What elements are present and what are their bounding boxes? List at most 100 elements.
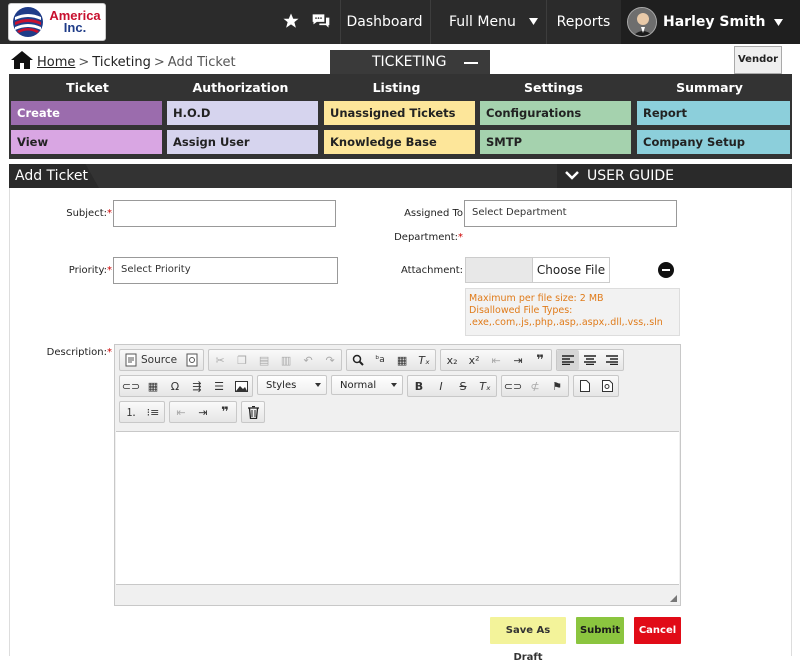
redo-icon[interactable]: ↷ bbox=[319, 350, 341, 370]
priority-label: Priority:* bbox=[40, 265, 112, 276]
select-all-icon[interactable]: ▦ bbox=[391, 350, 413, 370]
menu-unassigned-tickets[interactable]: Unassigned Tickets bbox=[324, 101, 475, 125]
replace-icon[interactable]: ᵇa bbox=[369, 350, 391, 370]
blockquote-icon[interactable]: ❞ bbox=[529, 350, 551, 370]
choose-file-button[interactable]: Choose File bbox=[532, 257, 610, 283]
anchor-flag-icon[interactable]: ⚑ bbox=[546, 376, 568, 396]
breadcrumb: Home > Ticketing > Add Ticket bbox=[10, 50, 236, 70]
special-char-icon[interactable]: Ω bbox=[164, 376, 186, 396]
outdent-icon[interactable]: ⇤ bbox=[485, 350, 507, 370]
paste-text-icon[interactable]: ▥ bbox=[275, 350, 297, 370]
menu-configurations[interactable]: Configurations bbox=[480, 101, 631, 125]
paste-icon[interactable]: ▤ bbox=[253, 350, 275, 370]
user-guide-toggle[interactable]: USER GUIDE bbox=[557, 164, 792, 188]
description-label-text: Description: bbox=[46, 347, 107, 358]
new-page-icon[interactable] bbox=[574, 376, 596, 396]
indent-icon[interactable]: ⇥ bbox=[507, 350, 529, 370]
collapse-icon[interactable] bbox=[464, 62, 478, 64]
priority-select[interactable]: Select Priority bbox=[113, 257, 338, 284]
subscript-icon[interactable]: x₂ bbox=[441, 350, 463, 370]
menu-assign-user[interactable]: Assign User bbox=[167, 130, 318, 154]
company-logo[interactable]: America Inc. bbox=[8, 3, 106, 41]
home-icon[interactable] bbox=[10, 50, 34, 70]
nav-dashboard[interactable]: Dashboard bbox=[340, 0, 428, 44]
increase-indent-icon[interactable]: ⇥ bbox=[192, 402, 214, 422]
subject-input[interactable] bbox=[113, 200, 336, 227]
breadcrumb-ticketing[interactable]: Ticketing bbox=[92, 55, 151, 70]
align-left-icon[interactable] bbox=[557, 350, 580, 370]
priority-label-text: Priority: bbox=[68, 265, 107, 276]
align-center-icon[interactable] bbox=[579, 350, 601, 370]
source-button[interactable]: Source bbox=[120, 350, 181, 370]
format-dropdown-label: Normal bbox=[340, 379, 377, 391]
dropdown-arrow-icon bbox=[391, 383, 397, 387]
save-as-draft-button[interactable]: Save As Draft bbox=[490, 617, 566, 663]
rich-text-editor: Source ✂ ❐ ▤ ▥ ↶ ↷ ᵇa ▦ Tₓ x₂ x² ⇤ ⇥ ❞ ⊂… bbox=[114, 344, 681, 606]
styles-dropdown[interactable]: Styles bbox=[257, 375, 327, 395]
menu-smtp[interactable]: SMTP bbox=[480, 130, 631, 154]
menu-view[interactable]: View bbox=[11, 130, 162, 154]
ticketing-menu: Ticket Authorization Listing Settings Su… bbox=[9, 74, 792, 159]
star-icon[interactable] bbox=[282, 12, 300, 30]
menu-report[interactable]: Report bbox=[637, 101, 790, 125]
menu-create[interactable]: Create bbox=[11, 101, 162, 125]
italic-icon[interactable]: I bbox=[430, 376, 452, 396]
menu-header-listing: Listing bbox=[372, 80, 421, 95]
required-mark: * bbox=[107, 208, 112, 219]
trash-icon[interactable] bbox=[242, 402, 264, 422]
insert-link-icon[interactable]: ⊂⊃ bbox=[502, 376, 524, 396]
attachment-info: Maximum per file size: 2 MB Disallowed F… bbox=[465, 288, 680, 336]
top-navbar: America Inc. Dashboard Full Menu Reports… bbox=[0, 0, 800, 44]
cut-icon[interactable]: ✂ bbox=[209, 350, 231, 370]
breadcrumb-home[interactable]: Home bbox=[37, 55, 75, 70]
preview-icon[interactable] bbox=[181, 350, 203, 370]
nav-full-menu-label: Full Menu bbox=[449, 14, 516, 30]
align-right-icon[interactable] bbox=[601, 350, 623, 370]
vendor-button[interactable]: Vendor bbox=[734, 46, 782, 74]
subject-label-text: Subject: bbox=[66, 208, 107, 219]
cancel-button[interactable]: Cancel bbox=[634, 617, 681, 644]
bullet-list-icon[interactable]: ⁝≡ bbox=[142, 402, 164, 422]
toolbar-group-paragraph: x₂ x² ⇤ ⇥ ❞ bbox=[440, 349, 553, 371]
clear-format-icon[interactable]: Tₓ bbox=[474, 376, 496, 396]
attachment-label: Attachment: bbox=[401, 265, 463, 276]
print-preview-icon[interactable] bbox=[596, 376, 618, 396]
find-icon[interactable] bbox=[347, 350, 369, 370]
breadcrumb-separator: > bbox=[153, 55, 165, 70]
image-icon[interactable] bbox=[230, 376, 252, 396]
numbered-list-icon[interactable]: ⒈ bbox=[120, 402, 142, 422]
department-select[interactable]: Select Department bbox=[464, 200, 677, 227]
copy-icon[interactable]: ❐ bbox=[231, 350, 253, 370]
unlink-icon[interactable]: ⊄ bbox=[524, 376, 546, 396]
toolbar-group-links: ⊂⊃ ⊄ ⚑ bbox=[501, 375, 569, 397]
resize-handle-icon[interactable] bbox=[670, 595, 677, 602]
user-menu[interactable]: Harley Smith bbox=[621, 0, 800, 44]
module-tab[interactable]: TICKETING bbox=[330, 50, 490, 74]
menu-knowledge-base[interactable]: Knowledge Base bbox=[324, 130, 475, 154]
editor-content-area[interactable] bbox=[116, 431, 679, 585]
link-icon[interactable]: ⊂⊃ bbox=[120, 376, 142, 396]
nav-reports[interactable]: Reports bbox=[546, 0, 620, 44]
indent-block-icon[interactable]: ⇶ bbox=[186, 376, 208, 396]
chat-icon[interactable] bbox=[311, 11, 331, 31]
user-name: Harley Smith bbox=[663, 14, 766, 30]
strikethrough-icon[interactable]: S bbox=[452, 376, 474, 396]
remove-format-icon[interactable]: Tₓ bbox=[413, 350, 435, 370]
menu-company-setup[interactable]: Company Setup bbox=[637, 130, 790, 154]
undo-icon[interactable]: ↶ bbox=[297, 350, 319, 370]
horizontal-rule-icon[interactable]: ☰ bbox=[208, 376, 230, 396]
quote-icon[interactable]: ❞ bbox=[214, 402, 236, 422]
decrease-indent-icon[interactable]: ⇤ bbox=[170, 402, 192, 422]
nav-full-menu[interactable]: Full Menu bbox=[430, 0, 546, 44]
subject-label: Subject:* bbox=[40, 208, 112, 219]
menu-hod[interactable]: H.O.D bbox=[167, 101, 318, 125]
format-dropdown[interactable]: Normal bbox=[331, 375, 403, 395]
submit-button[interactable]: Submit bbox=[576, 617, 624, 644]
superscript-icon[interactable]: x² bbox=[463, 350, 485, 370]
logo-text: America Inc. bbox=[45, 9, 105, 34]
remove-attachment-icon[interactable] bbox=[658, 262, 674, 278]
table-icon[interactable]: ▦ bbox=[142, 376, 164, 396]
bold-icon[interactable]: B bbox=[408, 376, 430, 396]
required-mark: * bbox=[107, 347, 112, 358]
department-label: Department:* bbox=[390, 232, 463, 243]
